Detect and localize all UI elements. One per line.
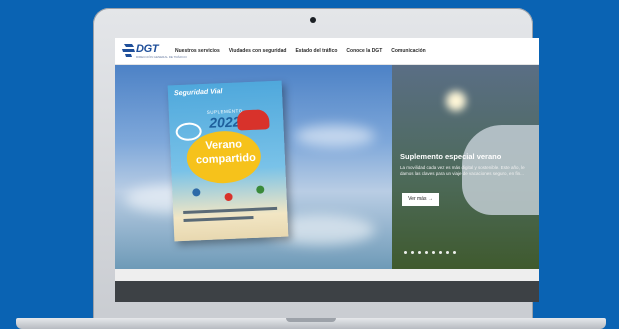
laptop-notch (286, 318, 336, 322)
sun-glare (446, 91, 466, 111)
carousel-dot[interactable] (446, 251, 449, 254)
carousel-dot[interactable] (404, 251, 407, 254)
cloud-shape (295, 125, 375, 147)
site-navbar: DGT DIRECCIÓN GENERAL DE TRÁFICO Nuestro… (115, 38, 539, 65)
carousel-dot[interactable] (411, 251, 414, 254)
nav-menu: Nuestros servicios Viudades con segurida… (175, 48, 426, 54)
slide-info-panel: Suplemento especial verano La movilidad … (392, 65, 539, 269)
traveler-illustration (256, 185, 265, 194)
carousel-dot[interactable] (432, 251, 435, 254)
nav-item-comunicacion[interactable]: Comunicación (391, 48, 425, 54)
magazine-footer-text (183, 215, 254, 222)
ver-mas-button[interactable]: Ver más → (402, 193, 439, 206)
magazine-title-line1: Verano (205, 138, 243, 152)
dgt-logo-icon (122, 44, 135, 57)
magazine-brand: Seguridad Vial (173, 88, 223, 98)
car-illustration (236, 109, 270, 131)
content-strip (115, 269, 539, 281)
traveler-illustration (224, 192, 233, 202)
magazine-footer-text (183, 206, 278, 215)
carousel-dot[interactable] (425, 251, 428, 254)
carousel-dot[interactable] (439, 251, 442, 254)
nav-item-servicios[interactable]: Nuestros servicios (175, 48, 220, 54)
magazine-year: 2022 (208, 113, 241, 131)
hero-carousel[interactable]: Seguridad Vial SUPLEMENTO 2022 Verano co… (115, 65, 539, 269)
traveler-illustration (192, 188, 201, 197)
dark-strip (115, 281, 539, 302)
carousel-dots (404, 251, 456, 254)
carousel-dot[interactable] (453, 251, 456, 254)
laptop-screen: DGT DIRECCIÓN GENERAL DE TRÁFICO Nuestro… (115, 38, 539, 302)
nav-item-trafico[interactable]: Estado del tráfico (295, 48, 337, 54)
dgt-logo[interactable]: DGT DIRECCIÓN GENERAL DE TRÁFICO (122, 42, 187, 60)
logo-subtext: DIRECCIÓN GENERAL DE TRÁFICO (136, 55, 187, 59)
logo-text: DGT (136, 43, 159, 55)
slide-title: Suplemento especial verano (400, 152, 502, 161)
magazine-cover: Seguridad Vial SUPLEMENTO 2022 Verano co… (167, 80, 289, 242)
carousel-dot[interactable] (418, 251, 421, 254)
nav-item-conoce[interactable]: Conoce la DGT (346, 48, 382, 54)
laptop-base (16, 318, 606, 329)
webcam (310, 17, 316, 23)
nav-item-seguridad[interactable]: Viudades con seguridad (229, 48, 287, 54)
slide-description: La movilidad cada vez es más digital y s… (400, 165, 525, 176)
